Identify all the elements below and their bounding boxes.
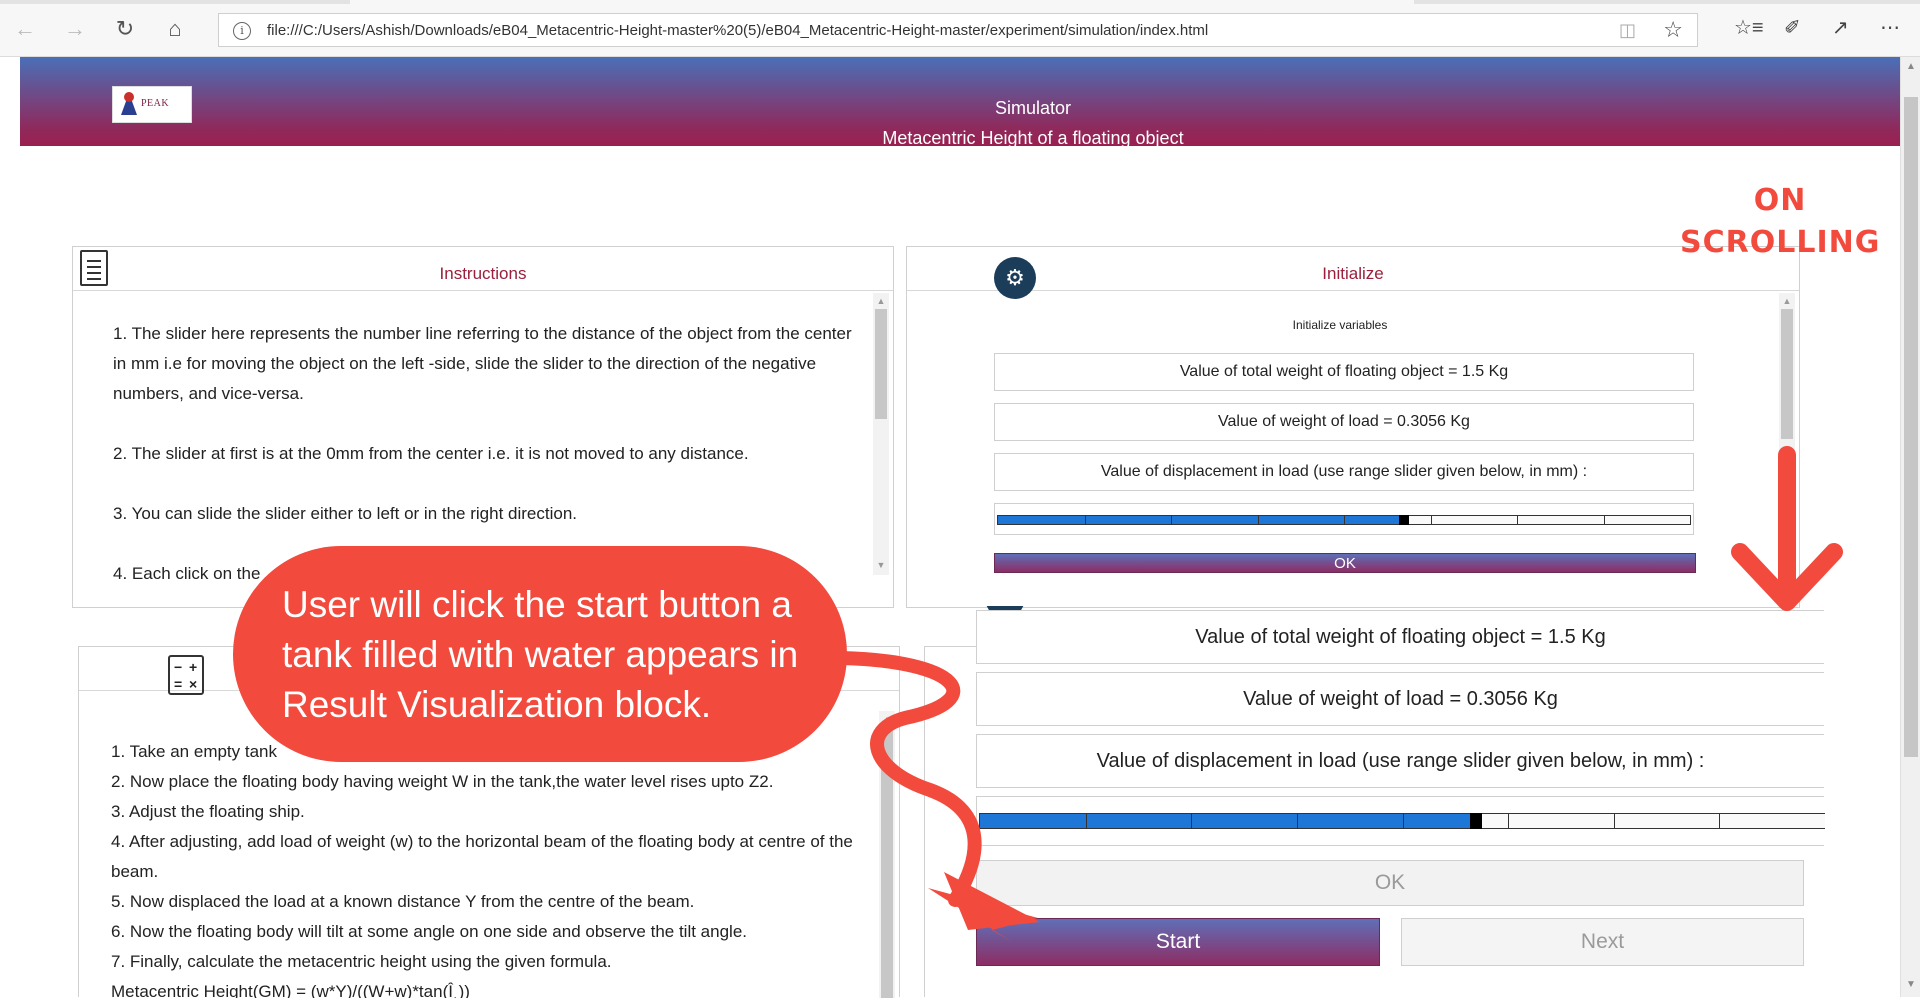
annotation-bubble-text: User will click the start button a tank … <box>282 584 799 725</box>
on-scrolling-label: ON SCROLLING <box>1680 183 1881 260</box>
curved-arrow-head-fill <box>944 872 1040 930</box>
curved-arrow-shaft <box>831 651 982 907</box>
annotation-arrows <box>831 446 1843 942</box>
